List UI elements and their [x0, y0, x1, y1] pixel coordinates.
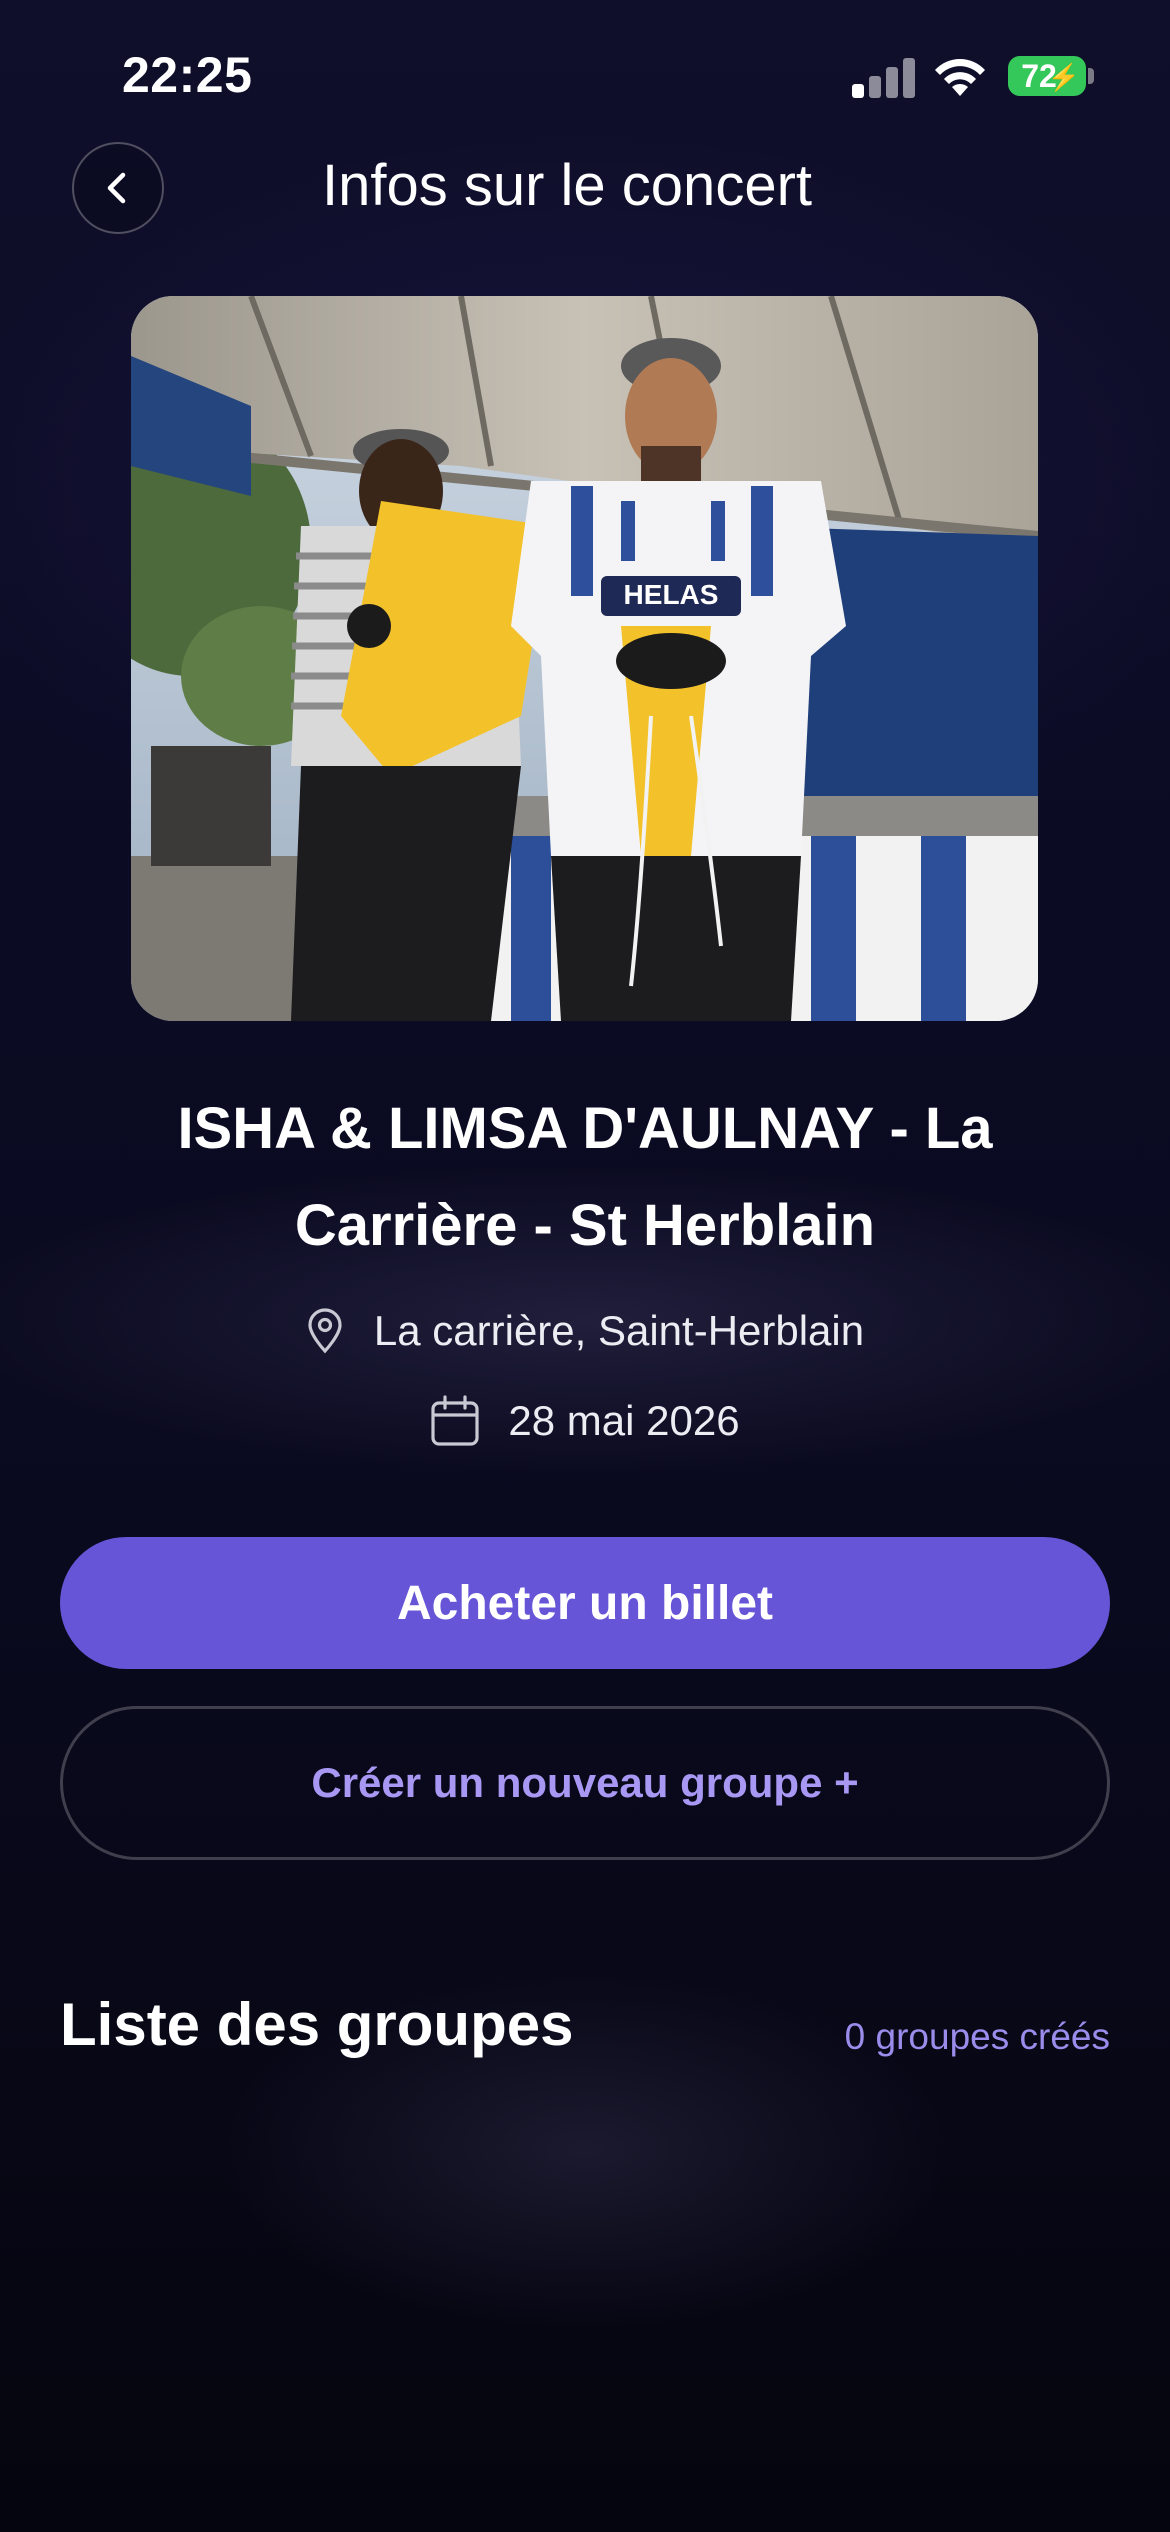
- artists-photo: HELAS: [131, 296, 1038, 1021]
- page-title: Infos sur le concert: [322, 153, 812, 218]
- charging-bolt-icon: ⚡: [1047, 62, 1080, 92]
- map-pin-icon: [308, 1308, 342, 1354]
- date-text: 28 mai 2026: [508, 1397, 740, 1444]
- status-bar: 22:25 72 ⚡: [0, 0, 1170, 150]
- cellular-signal-icon: [852, 56, 916, 98]
- buy-ticket-button[interactable]: Acheter un billet: [60, 1537, 1110, 1669]
- concert-location: La carrière, Saint-Herblain: [0, 1300, 1170, 1362]
- status-time: 22:25: [122, 47, 253, 103]
- location-text: La carrière, Saint-Herblain: [373, 1307, 865, 1354]
- concert-date: 28 mai 2026: [0, 1390, 1170, 1452]
- calendar-icon: [431, 1395, 480, 1446]
- battery-icon: 72 ⚡: [1008, 56, 1086, 96]
- wifi-icon: [935, 59, 985, 96]
- groups-heading: Liste des groupes: [60, 1991, 574, 2058]
- svg-text:HELAS: HELAS: [624, 579, 719, 610]
- groups-count: 0 groupes créés: [844, 2016, 1110, 2057]
- concert-title: ISHA & LIMSA D'AULNAY - La Carrière - St…: [177, 1096, 993, 1258]
- concert-image: HELAS: [131, 296, 1038, 1021]
- create-group-button[interactable]: Créer un nouveau groupe +: [60, 1706, 1110, 1860]
- battery-cap: [1088, 68, 1094, 84]
